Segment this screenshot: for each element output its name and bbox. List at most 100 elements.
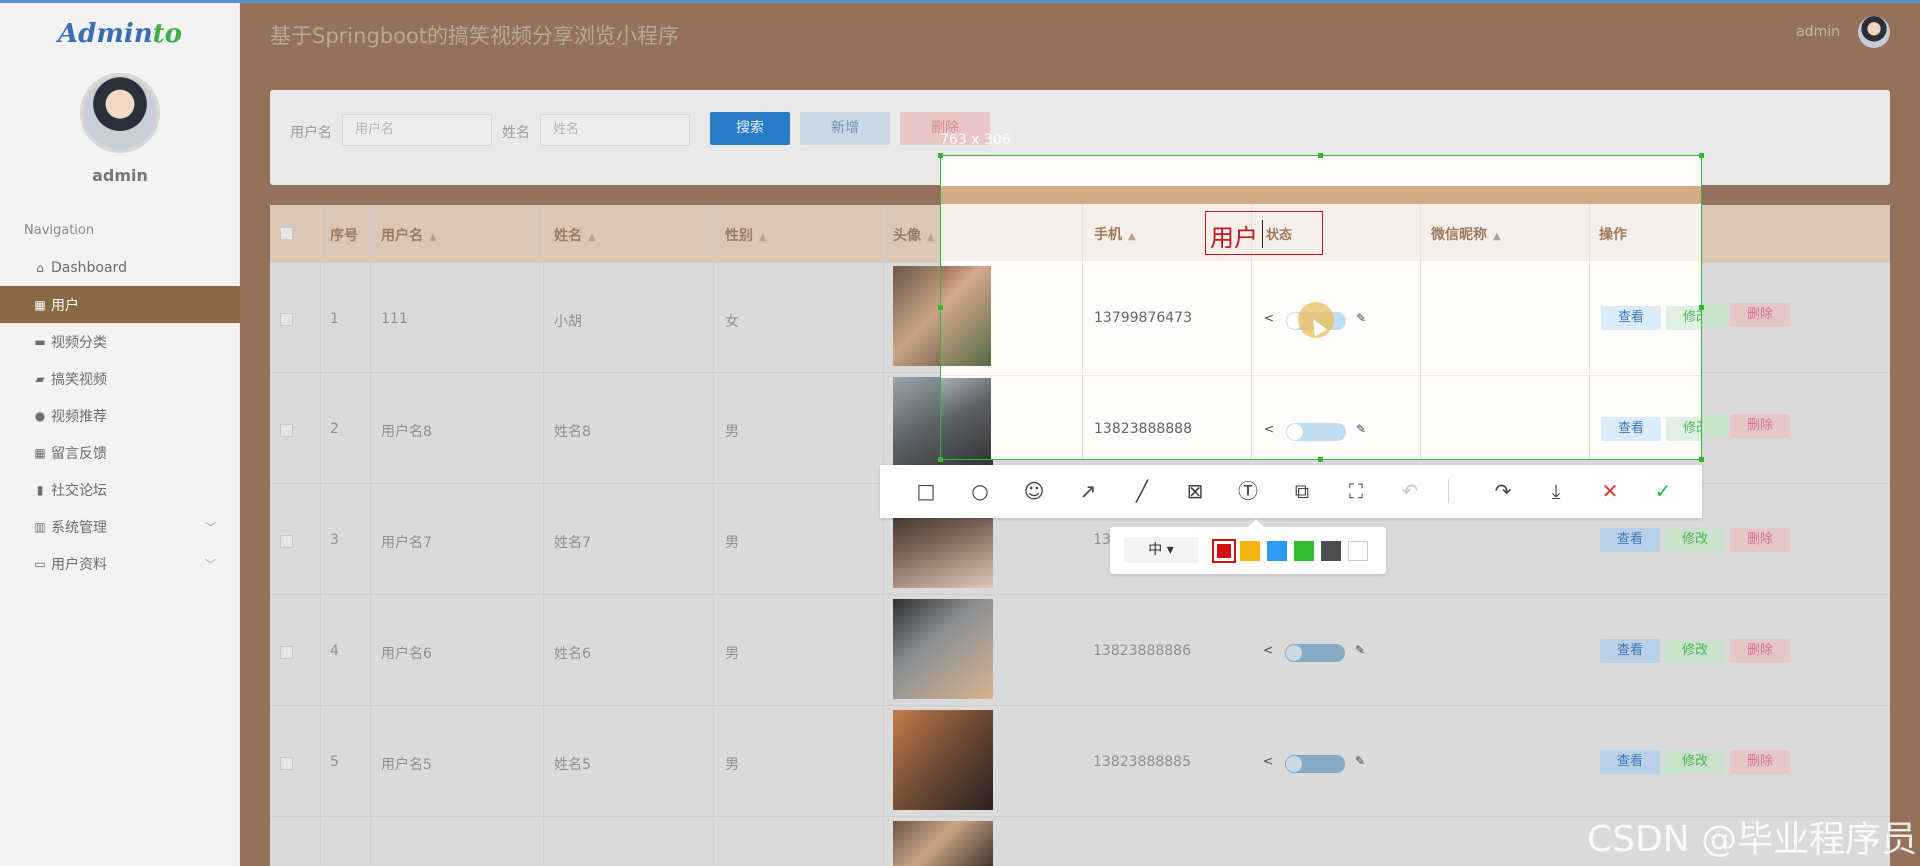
row-checkbox[interactable] — [280, 646, 293, 659]
cell-gender: 女 — [725, 314, 739, 330]
name-label: 姓名 — [502, 125, 530, 141]
view-button[interactable]: 查看 — [1600, 528, 1660, 552]
avatar-thumbnail[interactable] — [893, 821, 993, 866]
resize-handle[interactable] — [1699, 153, 1704, 158]
header-username[interactable]: admin — [1796, 24, 1840, 40]
share-icon[interactable]: < — [1264, 311, 1274, 325]
resize-handle[interactable] — [1318, 153, 1323, 158]
row-delete-button[interactable]: 删除 — [1730, 639, 1790, 663]
resize-handle[interactable] — [938, 153, 943, 158]
undo-icon[interactable]: ↶ — [1397, 478, 1423, 504]
color-swatch-green[interactable] — [1294, 541, 1314, 561]
share-icon[interactable]: < — [1263, 643, 1273, 657]
cell-gender: 男 — [725, 535, 739, 551]
share-icon[interactable]: ↷ — [1490, 478, 1516, 504]
cell-username: 用户名5 — [381, 757, 432, 773]
col-status: 状态 — [1266, 228, 1293, 243]
cell-name: 姓名6 — [554, 646, 591, 662]
sidebar-item-profile[interactable]: ▭ 用户资料 ﹀ — [0, 545, 240, 582]
edit-button[interactable]: 修改 — [1666, 306, 1701, 330]
pen-icon[interactable]: ╱ — [1129, 478, 1155, 504]
view-button[interactable]: 查看 — [1600, 750, 1660, 774]
edit-button[interactable]: 修改 — [1665, 639, 1725, 663]
avatar-thumbnail[interactable] — [941, 266, 991, 366]
color-swatch-gray[interactable] — [1321, 541, 1341, 561]
pencil-icon[interactable]: ✎ — [1355, 754, 1365, 768]
select-all-checkbox[interactable] — [280, 227, 293, 240]
sidebar-item-users[interactable]: ▦ 用户 — [0, 286, 240, 323]
app-logo[interactable]: Adminto — [0, 19, 240, 49]
arrow-icon[interactable]: ↗ — [1075, 478, 1101, 504]
resize-handle[interactable] — [1699, 305, 1704, 310]
cell-username: 用户名8 — [381, 424, 432, 440]
text-annotation-box[interactable]: 用户 状态 — [1205, 211, 1323, 255]
view-button[interactable]: 查看 — [1600, 639, 1660, 663]
col-username[interactable]: 用户名 ▲ — [381, 225, 437, 245]
row-delete-button[interactable]: 删除 — [1730, 414, 1790, 438]
edit-button[interactable]: 修改 — [1666, 417, 1701, 441]
row-checkbox[interactable] — [280, 313, 293, 326]
confirm-icon[interactable]: ✓ — [1650, 478, 1676, 504]
col-avatar[interactable]: 头像 ▲ — [893, 225, 935, 245]
status-toggle[interactable] — [1285, 755, 1345, 773]
pencil-icon[interactable]: ✎ — [1356, 422, 1366, 436]
sidebar-item-feedback[interactable]: ▦ 留言反馈 — [0, 434, 240, 471]
row-delete-button[interactable]: 删除 — [1730, 528, 1790, 552]
color-swatch-blue[interactable] — [1267, 541, 1287, 561]
name-input[interactable]: 姓名 — [540, 114, 690, 146]
sidebar-item-system[interactable]: ▥ 系统管理 ﹀ — [0, 508, 240, 545]
edit-button[interactable]: 修改 — [1665, 750, 1725, 774]
avatar-thumbnail[interactable] — [893, 710, 993, 810]
text-icon[interactable]: Ⓣ — [1235, 478, 1261, 504]
ocr-icon[interactable]: ⛶ — [1343, 478, 1369, 504]
cancel-icon[interactable]: ✕ — [1597, 478, 1623, 504]
pencil-icon[interactable]: ✎ — [1355, 643, 1365, 657]
view-button[interactable]: 查看 — [1601, 306, 1661, 330]
row-delete-button[interactable]: 删除 — [1730, 303, 1790, 327]
row-checkbox[interactable] — [280, 757, 293, 770]
add-button[interactable]: 新增 — [800, 112, 890, 145]
sidebar-item-dashboard[interactable]: ⌂ Dashboard — [0, 249, 240, 286]
username-input[interactable]: 用户名 — [342, 114, 492, 146]
resize-handle[interactable] — [1318, 457, 1323, 462]
color-swatch-white[interactable] — [1348, 541, 1368, 561]
resize-handle[interactable] — [938, 457, 943, 462]
resize-handle[interactable] — [938, 305, 943, 310]
share-icon[interactable]: < — [1263, 754, 1273, 768]
search-button[interactable]: 搜索 — [710, 112, 790, 145]
color-swatch-yellow[interactable] — [1240, 541, 1260, 561]
row-checkbox[interactable] — [280, 535, 293, 548]
cell-phone: 13 — [1093, 532, 1111, 548]
text-annotation[interactable]: 用户 — [1210, 218, 1258, 253]
row-delete-button[interactable]: 删除 — [1730, 750, 1790, 774]
status-toggle[interactable] — [1286, 423, 1346, 441]
avatar-thumbnail[interactable] — [941, 378, 991, 459]
col-name[interactable]: 姓名 ▲ — [554, 225, 596, 245]
mosaic-icon[interactable]: ⊠ — [1182, 478, 1208, 504]
pencil-icon[interactable]: ✎ — [1356, 311, 1366, 325]
resize-handle[interactable] — [1699, 457, 1704, 462]
download-icon[interactable]: ⤓ — [1543, 478, 1569, 504]
header-avatar[interactable] — [1858, 16, 1890, 48]
font-size-select[interactable]: 中 ▾ — [1124, 537, 1198, 563]
col-gender[interactable]: 性别 ▲ — [725, 225, 767, 245]
emoji-icon[interactable]: ☺ — [1021, 478, 1047, 504]
row-checkbox[interactable] — [280, 424, 293, 437]
cell-name: 姓名8 — [554, 424, 591, 440]
edit-button[interactable]: 修改 — [1665, 528, 1725, 552]
color-swatch-red[interactable] — [1212, 539, 1236, 563]
avatar-thumbnail[interactable] — [893, 599, 993, 699]
circle-icon[interactable]: ○ — [967, 478, 993, 504]
sidebar-item-funny-videos[interactable]: ▰ 搞笑视频 — [0, 360, 240, 397]
sidebar-item-video-recommend[interactable]: ● 视频推荐 — [0, 397, 240, 434]
view-button[interactable]: 查看 — [1601, 417, 1661, 441]
rectangle-icon[interactable]: □ — [913, 478, 939, 504]
col-wechat[interactable]: 微信昵称 ▲ — [1431, 224, 1501, 244]
sidebar: Adminto admin Navigation ⌂ Dashboard ▦ 用户 … — [0, 3, 240, 866]
share-icon[interactable]: < — [1264, 422, 1274, 436]
sidebar-item-forum[interactable]: ▮ 社交论坛 — [0, 471, 240, 508]
sidebar-item-video-category[interactable]: ▬ 视频分类 — [0, 323, 240, 360]
pin-icon[interactable]: ⧉ — [1289, 478, 1315, 504]
status-toggle[interactable] — [1285, 644, 1345, 662]
col-phone[interactable]: 手机 ▲ — [1094, 224, 1136, 244]
